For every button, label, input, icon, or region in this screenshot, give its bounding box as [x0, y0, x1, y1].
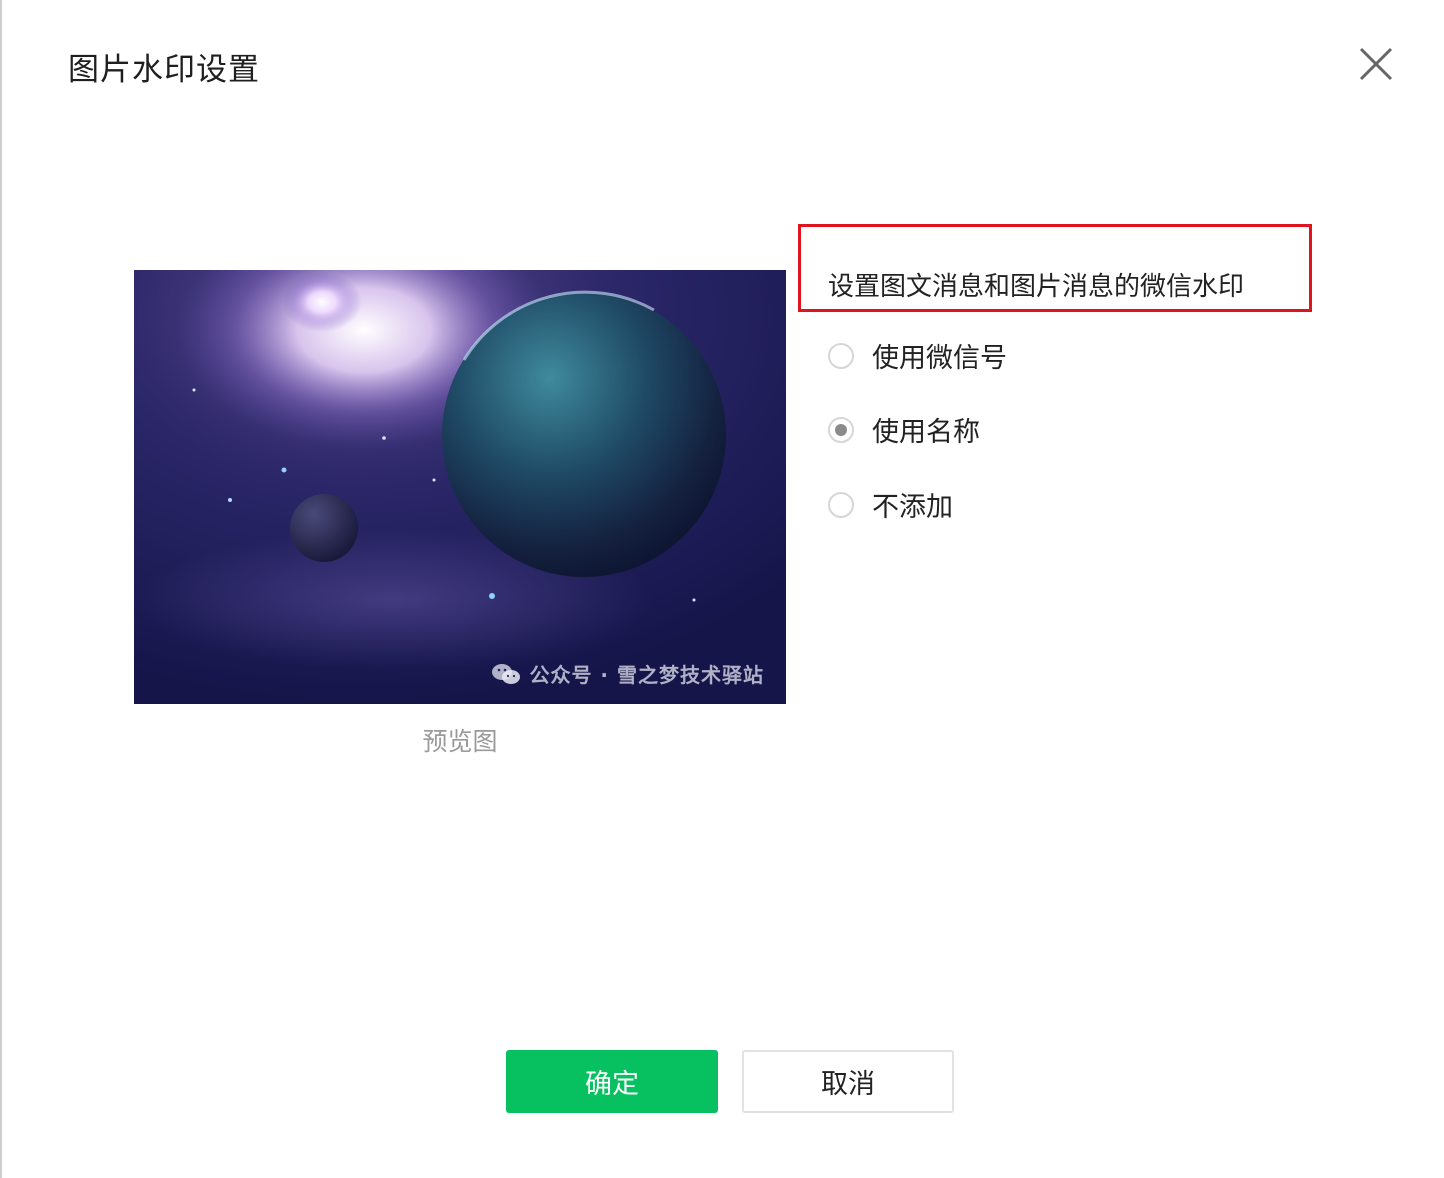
preview-image: 公众号 · 雪之梦技术驿站	[134, 270, 786, 704]
option-no-watermark[interactable]: 不添加	[828, 485, 953, 524]
close-icon[interactable]	[1352, 40, 1400, 88]
option-use-wechat-id[interactable]: 使用微信号	[828, 336, 1007, 375]
dialog-title: 图片水印设置	[68, 52, 260, 88]
settings-description: 设置图文消息和图片消息的微信水印	[828, 272, 1245, 302]
option-use-name[interactable]: 使用名称	[828, 410, 980, 449]
watermark-label: 公众号 · 雪之梦技术驿站	[491, 659, 764, 688]
radio-button[interactable]	[828, 491, 854, 518]
option-label: 不添加	[872, 492, 953, 523]
option-label: 使用微信号	[872, 343, 1007, 374]
preview-caption: 预览图	[422, 727, 498, 756]
cancel-button[interactable]: 取消	[742, 1050, 954, 1113]
radio-button-checked[interactable]	[828, 416, 854, 443]
radio-button[interactable]	[828, 342, 854, 369]
confirm-button[interactable]: 确定	[506, 1050, 718, 1113]
wechat-icon	[491, 662, 521, 686]
option-label: 使用名称	[872, 417, 980, 448]
watermark-text: 公众号 · 雪之梦技术驿站	[529, 663, 764, 687]
watermark-settings-dialog: 图片水印设置 公众号 · 雪之梦技术驿站 预览图 设置图文消息和图片消息的微信水…	[0, 0, 1444, 1178]
